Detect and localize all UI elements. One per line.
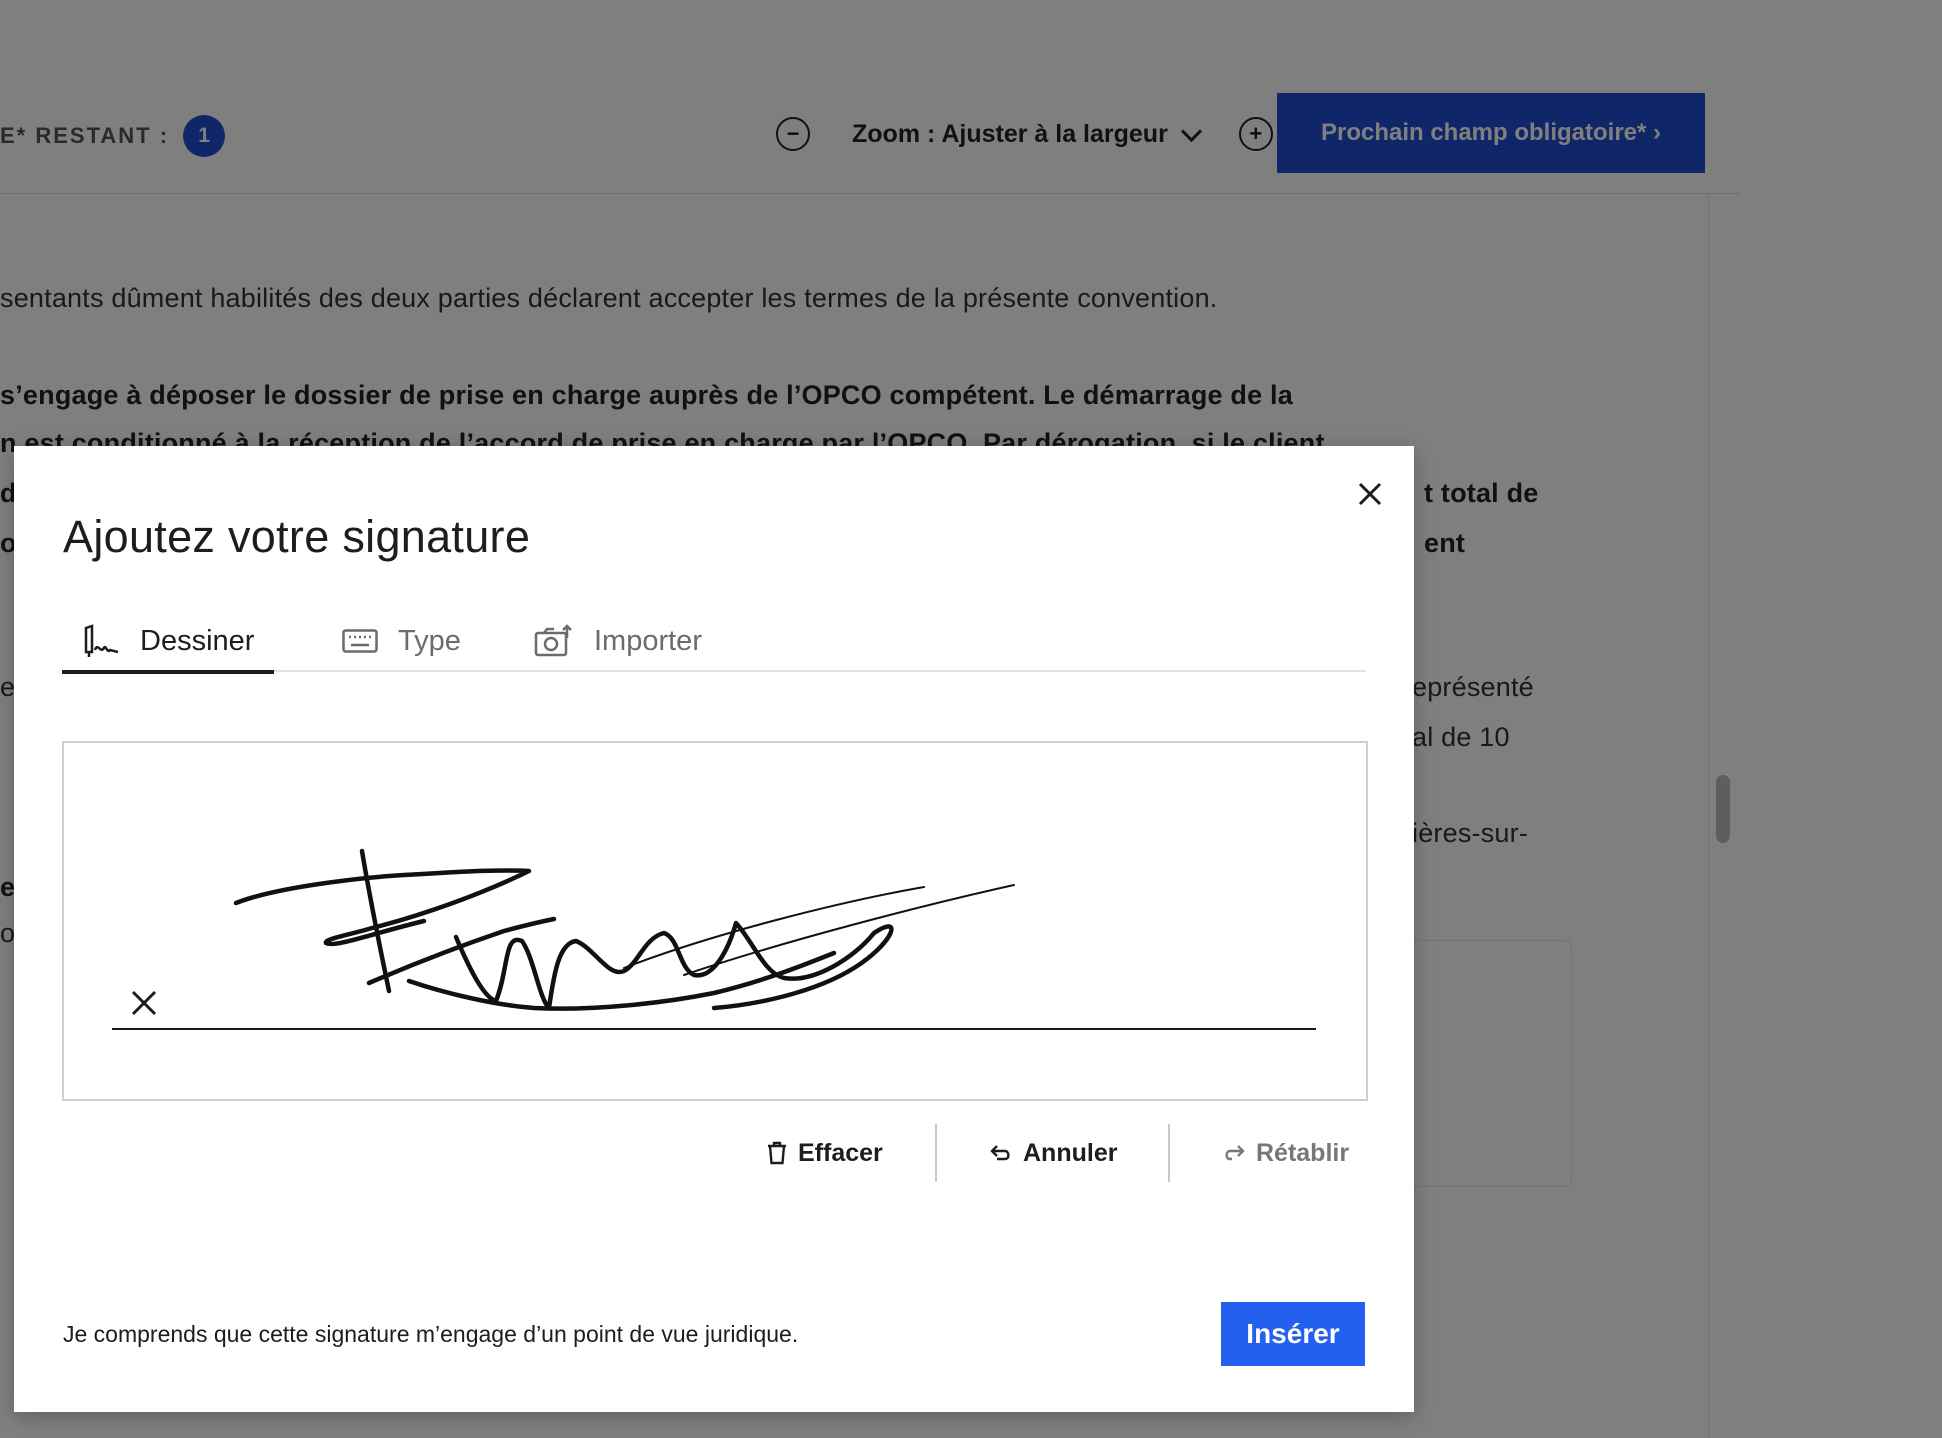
clear-button[interactable]: Effacer — [766, 1124, 883, 1182]
dialog-title: Ajoutez votre signature — [63, 511, 531, 562]
insert-button[interactable]: Insérer — [1221, 1302, 1365, 1366]
keyboard-icon — [342, 629, 378, 653]
drawn-signature — [233, 848, 1015, 1011]
signature-dialog: Ajoutez votre signature Dessiner Type Im… — [14, 446, 1414, 1412]
canvas-actions: Effacer Annuler Rétablir — [14, 1124, 1414, 1182]
undo-label: Annuler — [1023, 1138, 1118, 1167]
tab-dessiner[interactable]: Dessiner — [82, 612, 254, 670]
trash-icon — [766, 1141, 788, 1165]
undo-icon — [989, 1143, 1013, 1163]
tab-type[interactable]: Type — [342, 612, 461, 670]
redo-label: Rétablir — [1256, 1138, 1350, 1167]
redo-icon — [1222, 1143, 1246, 1163]
clear-label: Effacer — [798, 1138, 883, 1167]
tab-label: Dessiner — [140, 624, 255, 657]
signature-canvas[interactable] — [62, 741, 1368, 1101]
active-tab-indicator — [62, 670, 274, 674]
tab-importer[interactable]: Importer — [534, 612, 702, 670]
tab-label: Type — [398, 624, 461, 657]
draw-signature-icon — [82, 624, 120, 658]
redo-button[interactable]: Rétablir — [1222, 1124, 1349, 1182]
undo-button[interactable]: Annuler — [989, 1124, 1117, 1182]
legal-disclaimer: Je comprends que cette signature m’engag… — [63, 1321, 799, 1347]
action-divider — [1168, 1124, 1170, 1182]
close-icon[interactable] — [1350, 474, 1390, 514]
signature-tabs: Dessiner Type Importer — [62, 612, 1366, 674]
action-divider — [935, 1124, 937, 1182]
tab-label: Importer — [594, 624, 702, 657]
camera-upload-icon — [534, 624, 574, 658]
